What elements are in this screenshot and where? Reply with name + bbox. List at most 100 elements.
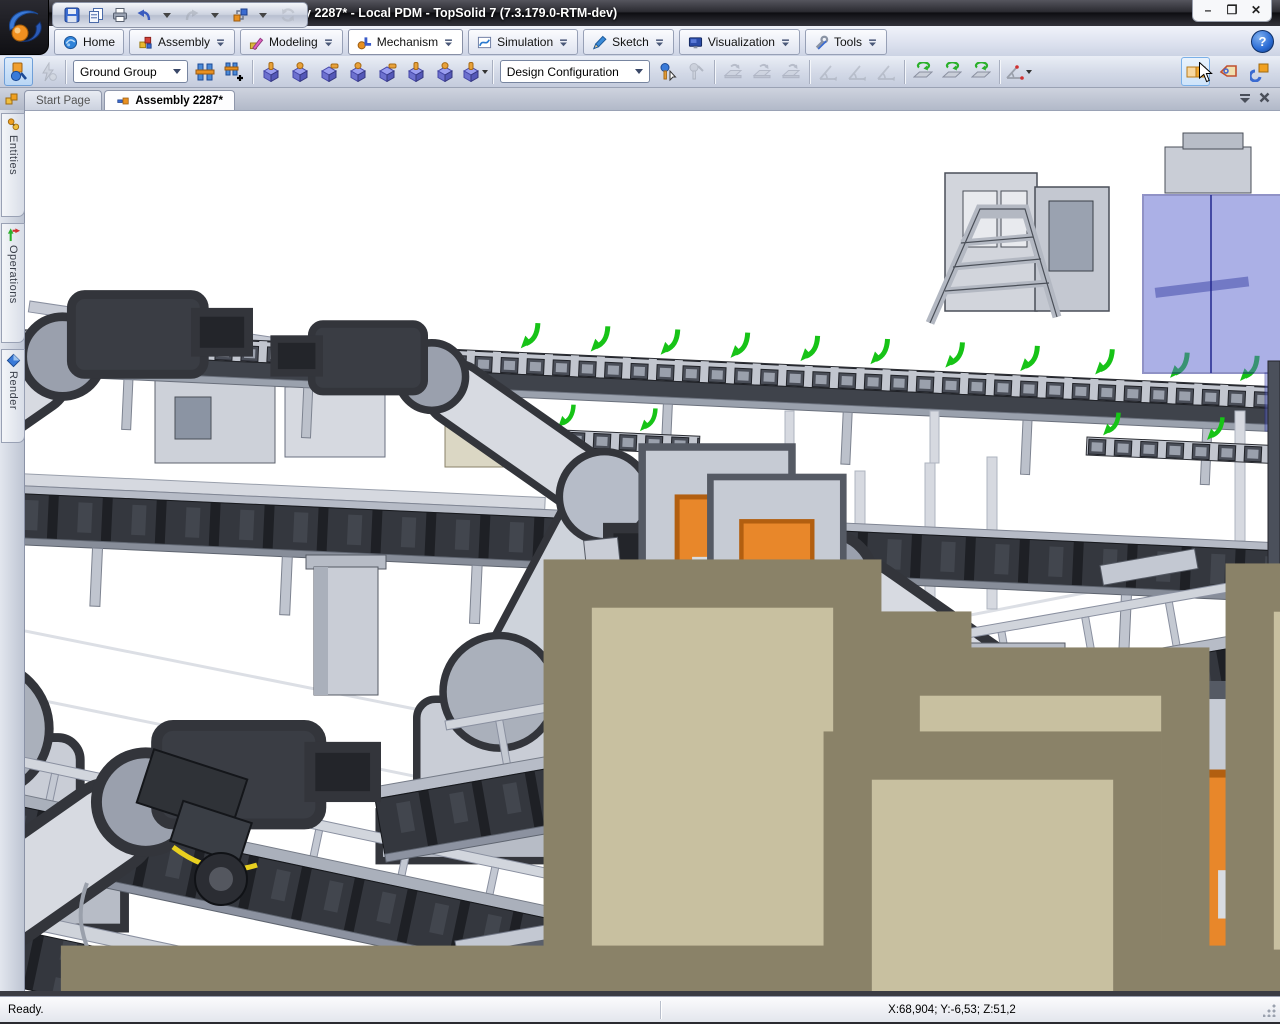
positioning-pin-button[interactable] [653,57,682,86]
mouse-cursor [1199,62,1213,83]
close-button[interactable]: ✕ [1245,2,1267,19]
entities-icon [6,117,21,132]
tab-label: Assembly [158,35,210,49]
tab-sketch[interactable]: Sketch [583,29,674,55]
spin-line-button[interactable] [938,57,967,86]
ball-joint-button[interactable] [286,57,315,86]
status-bar: Ready. X:68,904; Y:-6,53; Z:51,2 [0,996,1280,1023]
print-button[interactable] [109,5,131,25]
undo-dropdown[interactable] [157,5,179,25]
side-tab-label: Render [7,371,19,410]
separator [809,60,811,84]
document-tab-bar: Start Page Assembly 2287* [0,88,1280,110]
label-tag-button[interactable] [1213,57,1242,86]
spin-plane-button[interactable] [909,57,938,86]
redo-button[interactable] [181,5,203,25]
tab-label: Mechanism [377,35,438,49]
separator [65,60,67,84]
maximize-button[interactable]: ❒ [1221,2,1243,19]
revolute-joint-button[interactable] [257,57,286,86]
set-ground-button[interactable] [191,57,220,86]
slider-joint-button[interactable] [402,57,431,86]
refresh-button[interactable] [277,5,299,25]
separator [904,60,906,84]
move-part-line-button[interactable] [748,57,777,86]
tab-overflow-button[interactable] [1239,92,1251,106]
chevron-down-icon [635,69,643,74]
dynamic-behavior-button[interactable] [33,57,62,86]
planar-joint-button[interactable] [373,57,402,86]
tab-label: Home [83,35,115,49]
separator [492,60,494,84]
tab-assembly-2287[interactable]: Assembly 2287* [104,90,235,110]
doc-tab-label: Start Page [36,95,90,107]
save-button[interactable] [61,5,83,25]
tab-operations[interactable]: Operations [1,223,25,343]
positioning-lock-button[interactable] [682,57,711,86]
assembly-3d-scene [25,111,1280,997]
close-document-button[interactable] [1259,92,1270,106]
graphics-viewport[interactable] [25,110,1280,996]
tab-mechanism[interactable]: Mechanism [348,29,463,55]
tab-label: Modeling [269,35,318,49]
tab-start-page[interactable]: Start Page [24,90,102,110]
chevron-down-icon [1026,70,1032,74]
tab-assembly[interactable]: Assembly [129,29,235,55]
mechanism-toolbar: Ground Group Design Configuration [0,56,1280,88]
window-controls: – ❒ ✕ [1192,0,1272,22]
tab-label: Visualization [708,35,775,49]
spin-point-button[interactable] [967,57,996,86]
lifecycle-dropdown[interactable] [253,5,275,25]
tab-label: Tools [834,35,862,49]
tab-simulation[interactable]: Simulation [468,29,578,55]
screw-joint-button[interactable] [344,57,373,86]
cursor-coordinates: X:68,904; Y:-6,53; Z:51,2 [662,1004,1242,1016]
tab-modeling[interactable]: Modeling [240,29,343,55]
minimize-button[interactable]: – [1197,2,1219,19]
clamp-tool-button[interactable] [1245,57,1274,86]
render-icon [6,353,21,368]
tab-label: Sketch [612,35,649,49]
move-part-point-button[interactable] [777,57,806,86]
tab-render[interactable]: Render [1,349,25,443]
cylindrical-joint-button[interactable] [315,57,344,86]
tab-visualization[interactable]: Visualization [679,29,800,55]
punctual-joint-button[interactable] [460,57,489,86]
tab-entities[interactable]: Entities [1,113,25,217]
side-tab-label: Entities [7,135,19,175]
resize-grip[interactable] [1263,1003,1277,1017]
cone-joint-button[interactable] [431,57,460,86]
redo-dropdown[interactable] [205,5,227,25]
tab-label: Simulation [497,35,553,49]
save-all-button[interactable] [85,5,107,25]
tab-home[interactable]: Home [54,29,124,55]
document-list-icon[interactable] [0,90,24,110]
design-configuration-value: Design Configuration [507,65,633,79]
angle-measure-button[interactable] [1004,57,1033,86]
doc-tab-label: Assembly 2287* [135,95,223,107]
separator [252,60,254,84]
design-configuration-combo[interactable]: Design Configuration [500,60,650,83]
topsolid-window: Assembly 2287* - Local PDM - TopSolid 7 … [0,0,1280,1024]
document-lifecycle-button[interactable] [229,5,251,25]
ground-group-value: Ground Group [80,65,171,79]
rotate-plane-button[interactable] [814,57,843,86]
tab-tools[interactable]: Tools [805,29,887,55]
ribbon-tab-row: Home Assembly Modeling Mechanism Simulat… [0,26,1280,57]
quick-access-toolbar [52,2,308,28]
app-logo[interactable] [0,0,49,55]
undo-button[interactable] [133,5,155,25]
status-message: Ready. [0,1004,660,1016]
rotate-line-button[interactable] [843,57,872,86]
side-tab-label: Operations [7,245,19,304]
separator [714,60,716,84]
mechanism-definition-button[interactable] [4,57,33,86]
ground-group-combo[interactable]: Ground Group [73,60,188,83]
help-button[interactable]: ? [1251,30,1274,53]
chevron-down-icon [173,69,181,74]
rotate-point-button[interactable] [872,57,901,86]
side-panel-strip: Entities Operations Render [0,110,25,996]
move-part-plane-button[interactable] [719,57,748,86]
operations-icon [6,227,21,242]
add-ground-group-button[interactable] [220,57,249,86]
